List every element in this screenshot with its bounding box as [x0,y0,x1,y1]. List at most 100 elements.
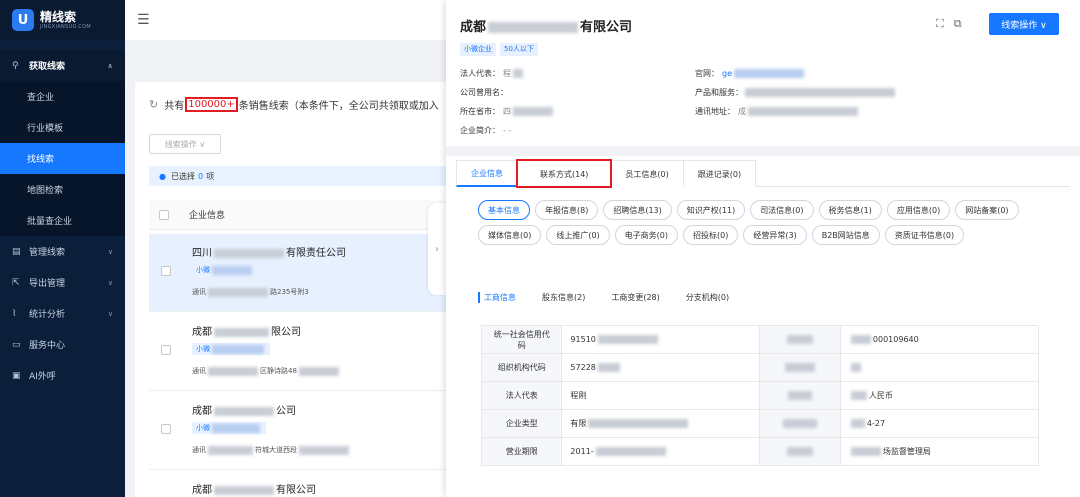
tab-company-info[interactable]: 企业信息 [456,160,518,187]
row-checkbox[interactable] [161,424,171,434]
business-info-table: 统一社会信用代码 91510 000109640 组织机构代码 57228 法人… [480,325,1040,466]
sidebar-item-find-leads[interactable]: 找线索 [0,143,125,174]
lead-action-button[interactable]: 线索操作 ∨ [989,13,1059,35]
list-icon: ▤ [12,246,21,257]
sidebar-group-export[interactable]: ⇱ 导出管理 ∨ [0,267,125,298]
table-row: 统一社会信用代码 91510 000109640 [480,325,1040,354]
company-detail-drawer: 成都 有限公司 小微企业 50人以下 ⛶ ⧉ 线索操作 ∨ 法人代表：程 公司曾用… [446,0,1080,497]
pill-judicial[interactable]: 司法信息(0) [750,200,814,220]
table-row: 法人代表 程刚 人民币 [480,381,1040,410]
chevron-up-icon: ∧ [107,61,113,70]
detail-tabs: 企业信息 联系方式(14) 员工信息(0) 跟进记录(0) [456,159,1070,188]
pill-tax[interactable]: 税务信息(1) [818,200,882,220]
company-name[interactable]: 成都 有限公司 [192,481,316,496]
company-address: 通讯 符城大道西段 [192,445,351,455]
website-field: 官网： ge [695,68,806,79]
company-address: 通讯 区静诗路48 [192,366,341,376]
subtab-changes[interactable]: 工商变更(28) [611,292,659,303]
collapse-drawer-handle[interactable]: › [428,203,446,295]
pill-certificates[interactable]: 资质证书信息(0) [884,225,965,245]
company-tag: 小微 [192,343,270,355]
fullscreen-icon[interactable]: ⛶ [936,17,944,31]
table-row: 营业期限 2011- 场监督管理局 [480,437,1040,466]
subtab-shareholders[interactable]: 股东信息(2) [542,292,585,303]
pill-basic-info[interactable]: 基本信息 [478,200,530,220]
company-tag: 小微 [192,264,258,276]
info-category-pills: 基本信息 年报信息(8) 招聘信息(13) 知识产权(11) 司法信息(0) 税… [478,200,1048,245]
pill-annual-report[interactable]: 年报信息(8) [535,200,599,220]
tab-employees[interactable]: 员工信息(0) [610,160,684,187]
company-tag: 小微 [192,422,266,434]
row-checkbox[interactable] [161,345,171,355]
table-row[interactable]: 成都 公司 小微 通讯 符城大道西段 [149,392,455,470]
company-name[interactable]: 四川 有限责任公司 [192,244,346,259]
lead-operation-button[interactable]: 线索操作 ∨ [149,134,221,154]
pill-media[interactable]: 媒体信息(0) [478,225,542,245]
sidebar-group-ai-call[interactable]: ▣ AI外呼 [0,360,125,391]
pill-b2b[interactable]: B2B网站信息 [811,225,880,245]
pill-bidding[interactable]: 招投标(0) [683,225,739,245]
app-name: 精线索 [40,9,77,24]
sidebar-item-map-search[interactable]: 地图检索 [0,174,125,205]
table-row[interactable]: 成都 限公司 小微 通讯 区静诗路48 [149,313,455,391]
address-field: 通讯地址：成 [695,106,860,117]
search-icon: ⚲ [12,60,19,71]
sidebar-item-query-company[interactable]: 查企业 [0,81,125,112]
pill-website-filing[interactable]: 网站备案(0) [955,200,1019,220]
table-header: 企业信息 [149,200,455,230]
company-size-tag: 小微企业 [460,43,496,56]
export-icon: ⇱ [12,277,20,288]
legal-rep-field: 法人代表：程 [460,68,525,79]
tab-contact[interactable]: 联系方式(14) [515,159,613,188]
menu-toggle-icon[interactable]: ☰ [137,12,150,28]
company-name[interactable]: 成都 限公司 [192,323,301,338]
subtab-business-info[interactable]: 工商信息 [478,292,516,303]
main-area: ☰ ↻ 共有 100000+ 条销售线索（本条件下，全公司共领取或加入 线索操作… [125,0,455,497]
company-title: 成都 有限公司 [460,20,633,35]
topbar: ☰ [125,0,455,40]
table-row[interactable]: 四川 有限责任公司 小微 通讯 路235号附3 [149,234,455,312]
pill-ip[interactable]: 知识产权(11) [676,200,746,220]
sidebar-group-manage-leads[interactable]: ▤ 管理线索 ∨ [0,236,125,267]
row-checkbox[interactable] [161,266,171,276]
chevron-right-icon: › [435,243,439,255]
sidebar-item-industry-template[interactable]: 行业模板 [0,112,125,143]
pill-online-promo[interactable]: 线上推广(0) [546,225,610,245]
business-subtabs: 工商信息 股东信息(2) 工商变更(28) 分支机构(0) [478,292,729,303]
region-field: 所在省市：四 [460,106,555,117]
logo[interactable]: U 精线索 JINGXIANSUO.COM [0,0,125,40]
table-row: 企业类型 有限 4-27 [480,409,1040,438]
sidebar-group-service[interactable]: ▭ 服务中心 [0,329,125,360]
lead-count: 100000+ [185,97,238,112]
select-all-checkbox[interactable] [159,209,169,220]
table-row: 组织机构代码 57228 [480,353,1040,382]
refresh-icon[interactable]: ↻ [149,98,158,111]
sidebar-group-stats[interactable]: ⌇ 统计分析 ∨ [0,298,125,329]
lead-list-panel: ↻ 共有 100000+ 条销售线索（本条件下，全公司共领取或加入 线索操作 ∨… [135,82,455,497]
table-row[interactable]: 成都 有限公司 [149,471,455,497]
sidebar-item-batch-query[interactable]: 批量查企业 [0,205,125,236]
selection-bar: ● 已选择 0 项 [149,166,455,186]
phone-icon: ▣ [12,370,21,381]
company-address: 通讯 路235号附3 [192,287,309,297]
chevron-down-icon: ∨ [107,247,113,256]
sidebar-group-get-leads[interactable]: ⚲ 获取线索 ∧ [0,50,125,81]
pill-ecommerce[interactable]: 电子商务(0) [614,225,679,245]
app-subname: JINGXIANSUO.COM [40,23,92,30]
intro-field: 企业简介： - - [460,126,512,135]
sidebar: U 精线索 JINGXIANSUO.COM ⚲ 获取线索 ∧ 查企业 行业模板 … [0,0,125,497]
lead-count-line: ↻ 共有 100000+ 条销售线索（本条件下，全公司共领取或加入 [149,97,439,112]
service-icon: ▭ [12,339,21,350]
company-name[interactable]: 成都 公司 [192,402,296,417]
info-icon: ● [159,171,166,181]
open-external-icon[interactable]: ⧉ [954,17,962,31]
chevron-down-icon: ∨ [107,309,113,318]
subtab-branches[interactable]: 分支机构(0) [686,292,729,303]
employee-count-tag: 50人以下 [500,43,538,56]
chevron-down-icon: ∨ [107,278,113,287]
former-name-field: 公司曾用名： [460,88,508,97]
pill-app[interactable]: 应用信息(0) [886,200,951,220]
pill-abnormal[interactable]: 经营异常(3) [743,225,807,245]
tab-followup[interactable]: 跟进记录(0) [682,160,757,187]
pill-recruitment[interactable]: 招聘信息(13) [603,200,672,220]
